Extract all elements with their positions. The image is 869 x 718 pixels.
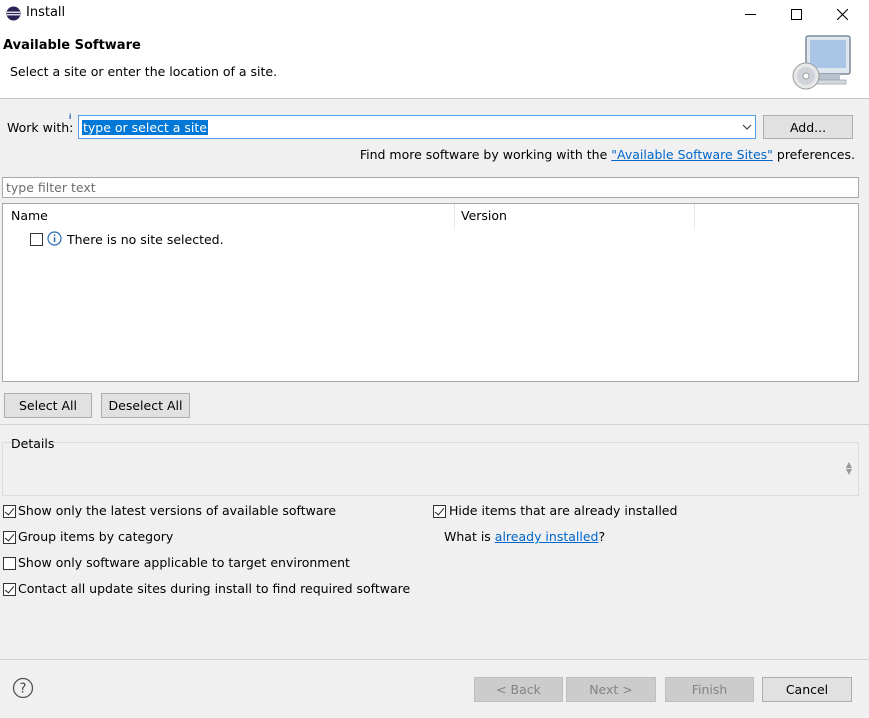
row-label: There is no site selected. xyxy=(67,232,224,247)
cancel-button[interactable]: Cancel xyxy=(762,677,852,702)
what-is-suffix: ? xyxy=(598,529,606,544)
title-bar: Install xyxy=(0,0,869,28)
finish-button[interactable]: Finish xyxy=(665,677,754,702)
latest-versions-checkbox[interactable] xyxy=(3,505,16,518)
latest-versions-label[interactable]: Show only the latest versions of availab… xyxy=(18,503,336,518)
footer-divider xyxy=(0,659,869,660)
next-button[interactable]: Next > xyxy=(566,677,656,702)
hide-installed-label[interactable]: Hide items that are already installed xyxy=(449,503,677,518)
target-environment-label[interactable]: Show only software applicable to target … xyxy=(18,555,350,570)
info-icon xyxy=(47,231,62,246)
add-site-button[interactable]: Add... xyxy=(763,115,853,139)
row-checkbox[interactable] xyxy=(30,233,43,246)
column-divider xyxy=(454,204,455,229)
window-title: Install xyxy=(26,5,66,20)
column-header-name[interactable]: Name xyxy=(11,208,48,223)
content-assist-icon: i xyxy=(69,113,72,121)
what-is-installed-text: What is already installed? xyxy=(444,529,605,544)
already-installed-link[interactable]: already installed xyxy=(495,529,599,544)
software-table[interactable]: Name Version There is no site selected. xyxy=(2,203,859,382)
select-all-button[interactable]: Select All xyxy=(4,393,92,418)
minimize-button[interactable] xyxy=(727,0,773,28)
column-header-version[interactable]: Version xyxy=(461,208,507,223)
find-more-prefix: Find more software by working with the xyxy=(359,147,612,162)
column-divider xyxy=(694,204,695,229)
details-area[interactable]: ▲ ▼ xyxy=(2,442,859,496)
details-label: Details xyxy=(11,436,55,451)
page-subtitle: Select a site or enter the location of a… xyxy=(10,64,278,79)
group-by-category-checkbox[interactable] xyxy=(3,531,16,544)
group-by-category-label[interactable]: Group items by category xyxy=(18,529,173,544)
available-software-sites-link[interactable]: "Available Software Sites" xyxy=(611,147,773,162)
what-is-prefix: What is xyxy=(444,529,495,544)
back-button[interactable]: < Back xyxy=(474,677,563,702)
work-with-value: type or select a site xyxy=(82,120,208,135)
close-button[interactable] xyxy=(819,0,865,28)
find-more-suffix: preferences. xyxy=(772,147,855,162)
filter-placeholder: type filter text xyxy=(6,180,96,195)
target-environment-checkbox[interactable] xyxy=(3,557,16,570)
maximize-button[interactable] xyxy=(773,0,819,28)
page-title: Available Software xyxy=(3,38,141,53)
chevron-down-icon[interactable] xyxy=(742,122,752,132)
work-with-label: Work with: xyxy=(7,120,74,135)
wizard-banner: Available Software Select a site or ente… xyxy=(0,28,869,99)
scroll-arrows-icon[interactable]: ▲ ▼ xyxy=(846,461,852,476)
contact-update-sites-label[interactable]: Contact all update sites during install … xyxy=(18,581,410,596)
hide-installed-checkbox[interactable] xyxy=(433,505,446,518)
install-wizard-icon xyxy=(792,35,851,90)
find-more-text: Find more software by working with the "… xyxy=(360,147,855,162)
maximize-icon xyxy=(790,8,802,20)
help-icon[interactable]: ? xyxy=(12,677,34,699)
work-with-combo[interactable]: type or select a site xyxy=(78,115,756,139)
divider xyxy=(0,424,869,425)
minimize-icon xyxy=(744,13,756,15)
eclipse-logo-icon xyxy=(6,6,21,21)
svg-text:?: ? xyxy=(20,682,27,697)
close-icon xyxy=(836,8,848,20)
deselect-all-button[interactable]: Deselect All xyxy=(101,393,190,418)
contact-update-sites-checkbox[interactable] xyxy=(3,583,16,596)
filter-input[interactable]: type filter text xyxy=(2,177,859,198)
